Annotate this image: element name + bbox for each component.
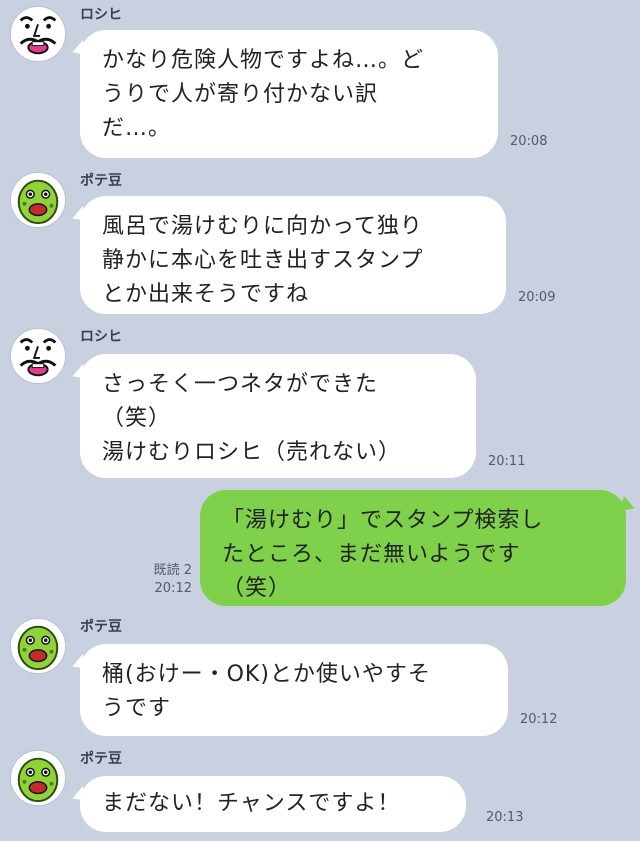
message-line: （笑） <box>222 576 292 601</box>
read-receipt: 既読 2 20:12 <box>140 562 192 598</box>
message-line: （笑） <box>102 406 172 431</box>
potemame-avatar-icon[interactable] <box>10 750 66 806</box>
roshihi-avatar-icon[interactable] <box>10 328 66 384</box>
message-line: とか出来そうですね <box>102 282 310 307</box>
sender-name: ポテ豆 <box>80 751 122 767</box>
message-line: だ…。 <box>102 116 172 141</box>
sender-name: ポテ豆 <box>80 619 122 635</box>
message-line: 静かに本心を吐き出すスタンプ <box>102 248 424 273</box>
message-line: たところ、まだ無いようです <box>222 542 521 567</box>
potemame-avatar-icon[interactable] <box>10 618 66 674</box>
message-timestamp: 20:12 <box>154 581 192 596</box>
message-line: まだない！チャンスですよ！ <box>102 791 401 816</box>
message-bubble[interactable]: さっそく一つネタができた （笑） 湯けむりロシヒ（売れない） <box>80 354 476 478</box>
sender-name: ロシヒ <box>80 329 122 345</box>
message-line: かなり危険人物ですよね…。ど <box>102 48 425 73</box>
message-line: 湯けむりロシヒ（売れない） <box>102 440 402 465</box>
message-timestamp: 20:12 <box>520 712 558 727</box>
message-line: 「湯けむり」でスタンプ検索し <box>222 508 544 533</box>
my-message-bubble[interactable]: 「湯けむり」でスタンプ検索し たところ、まだ無いようです （笑） <box>200 490 626 606</box>
message-timestamp: 20:13 <box>486 810 524 825</box>
sender-name: ポテ豆 <box>80 173 122 189</box>
read-count: 既読 2 <box>153 563 192 578</box>
message-bubble[interactable]: 桶(おけー・OK)とか使いやすそ うです <box>80 644 508 736</box>
chat-history[interactable]: ロシヒ かなり危険人物ですよね…。ど うりで人が寄り付かない訳 だ…。 20:0… <box>0 0 640 841</box>
message-line: うりで人が寄り付かない訳 <box>102 82 379 107</box>
roshihi-avatar-icon[interactable] <box>10 6 66 62</box>
message-bubble[interactable]: まだない！チャンスですよ！ <box>80 776 466 832</box>
sender-name: ロシヒ <box>80 7 122 23</box>
potemame-avatar-icon[interactable] <box>10 172 66 228</box>
message-line: 桶(おけー・OK)とか使いやすそ <box>102 662 431 687</box>
message-timestamp: 20:11 <box>488 454 526 469</box>
message-bubble[interactable]: かなり危険人物ですよね…。ど うりで人が寄り付かない訳 だ…。 <box>80 30 498 158</box>
message-bubble[interactable]: 風呂で湯けむりに向かって独り 静かに本心を吐き出すスタンプ とか出来そうですね <box>80 196 506 314</box>
message-line: 風呂で湯けむりに向かって独り <box>102 214 423 239</box>
message-timestamp: 20:08 <box>510 134 548 149</box>
message-line: うです <box>102 696 172 721</box>
message-timestamp: 20:09 <box>518 290 556 305</box>
message-line: さっそく一つネタができた <box>102 372 379 397</box>
